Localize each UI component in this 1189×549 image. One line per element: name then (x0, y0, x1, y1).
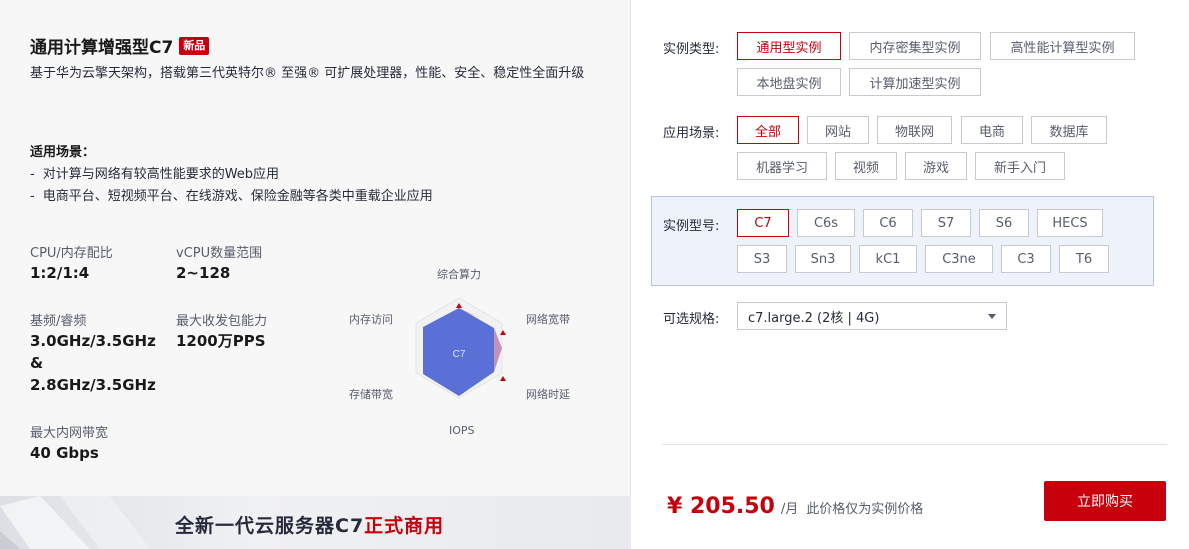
product-title-text: 通用计算增强型C7 (30, 38, 174, 58)
spec-select-value: c7.large.2 (2核 | 4G) (748, 310, 880, 326)
spec-label: 可选规格: (663, 312, 720, 327)
scene-option-game[interactable]: 游戏 (905, 152, 967, 180)
scenarios-title: 适用场景： (30, 145, 96, 160)
model-option-hecs[interactable]: HECS (1037, 209, 1103, 237)
type-option-accelerated[interactable]: 计算加速型实例 (849, 68, 981, 96)
buy-now-button[interactable]: 立即购买 (1044, 481, 1166, 521)
instance-model-label: 实例型号: (663, 219, 720, 234)
price-amount: ¥ 205.50 (667, 494, 775, 519)
model-option-c6[interactable]: C6 (863, 209, 913, 237)
type-option-memory[interactable]: 内存密集型实例 (849, 32, 981, 60)
product-title: 通用计算增强型C7 新品 (30, 33, 210, 58)
cpu-mem-label: CPU/内存配比 (30, 246, 113, 261)
radar-axis-label: 内存访问 (349, 313, 393, 326)
freq-value-1: 3.0GHz/3.5GHz (30, 332, 156, 350)
vcpu-value: 2~128 (176, 264, 231, 282)
model-option-s6[interactable]: S6 (979, 209, 1029, 237)
model-option-t6[interactable]: T6 (1059, 245, 1109, 273)
scenario-item: 对计算与网络有较高性能要求的Web应用 (30, 164, 433, 186)
model-option-c3[interactable]: C3 (1001, 245, 1051, 273)
price-note: 此价格仅为实例价格 (806, 502, 924, 517)
model-option-s7[interactable]: S7 (921, 209, 971, 237)
product-panel: 通用计算增强型C7 新品 基于华为云擎天架构，搭载第三代英特尔® 至强® 可扩展… (0, 0, 631, 549)
divider (662, 444, 1167, 445)
new-badge: 新品 (179, 36, 210, 55)
freq-value-amp: & (30, 354, 44, 372)
scene-label: 应用场景: (663, 126, 720, 141)
vcpu-label: vCPU数量范围 (176, 246, 263, 261)
scene-option-video[interactable]: 视频 (835, 152, 897, 180)
scene-option-website[interactable]: 网站 (807, 116, 869, 144)
promo-banner[interactable]: 全新一代云服务器C7正式商用 (0, 496, 631, 549)
scene-option-beginner[interactable]: 新手入门 (975, 152, 1065, 180)
performance-radar: C7 综合算力 网络宽带 网络时延 IOPS 存储带宽 内存访问 (340, 258, 590, 448)
scene-option-ecommerce[interactable]: 电商 (961, 116, 1023, 144)
scene-option-all[interactable]: 全部 (737, 116, 799, 144)
type-option-general[interactable]: 通用型实例 (737, 32, 841, 60)
model-option-c6s[interactable]: C6s (797, 209, 855, 237)
pps-value: 1200万PPS (176, 332, 266, 350)
scene-option-iot[interactable]: 物联网 (877, 116, 952, 144)
radar-marker (500, 376, 506, 381)
type-option-hpc[interactable]: 高性能计算型实例 (990, 32, 1135, 60)
model-option-c3ne[interactable]: C3ne (925, 245, 993, 273)
radar-axis-label: 存储带宽 (349, 388, 393, 401)
pps-label: 最大收发包能力 (176, 314, 268, 329)
bandwidth-label: 最大内网带宽 (30, 426, 109, 441)
bandwidth-value: 40 Gbps (30, 444, 99, 462)
selection-panel: 实例类型: 通用型实例 内存密集型实例 高性能计算型实例 本地盘实例 计算加速型… (632, 0, 1189, 549)
scenario-item: 电商平台、短视频平台、在线游戏、保险金融等各类中重载企业应用 (30, 186, 433, 208)
model-option-kc1[interactable]: kC1 (859, 245, 917, 273)
product-description: 基于华为云擎天架构，搭载第三代英特尔® 至强® 可扩展处理器，性能、安全、稳定性… (30, 66, 585, 81)
scene-option-ml[interactable]: 机器学习 (737, 152, 827, 180)
model-option-c7[interactable]: C7 (737, 209, 789, 237)
banner-main-text: 全新一代云服务器C7 (175, 515, 365, 537)
scenarios-list: 对计算与网络有较高性能要求的Web应用 电商平台、短视频平台、在线游戏、保险金融… (30, 164, 433, 208)
freq-label: 基频/睿频 (30, 314, 87, 329)
cpu-mem-value: 1:2/1:4 (30, 264, 90, 282)
type-option-localdisk[interactable]: 本地盘实例 (737, 68, 841, 96)
radar-axis-label: 网络宽带 (526, 313, 570, 326)
model-option-sn3[interactable]: Sn3 (795, 245, 851, 273)
radar-axis-label: IOPS (449, 424, 475, 437)
freq-value-2: 2.8GHz/3.5GHz (30, 376, 156, 394)
banner-decoration (0, 496, 150, 549)
banner-highlight-text: 正式商用 (364, 515, 445, 537)
scene-option-database[interactable]: 数据库 (1031, 116, 1107, 144)
radar-axis-label: 网络时延 (526, 388, 570, 401)
radar-chart: C7 (415, 297, 506, 399)
price-unit: /月 (780, 502, 799, 517)
model-option-s3[interactable]: S3 (737, 245, 787, 273)
instance-type-label: 实例类型: (663, 42, 720, 57)
price-block: ¥ 205.50 /月 此价格仅为实例价格 (667, 494, 923, 519)
banner-text: 全新一代云服务器C7正式商用 (175, 511, 444, 538)
radar-axis-label: 综合算力 (437, 268, 481, 281)
spec-select[interactable]: c7.large.2 (2核 | 4G) (737, 302, 1007, 330)
chevron-down-icon (988, 314, 996, 319)
radar-center-label: C7 (453, 349, 466, 360)
